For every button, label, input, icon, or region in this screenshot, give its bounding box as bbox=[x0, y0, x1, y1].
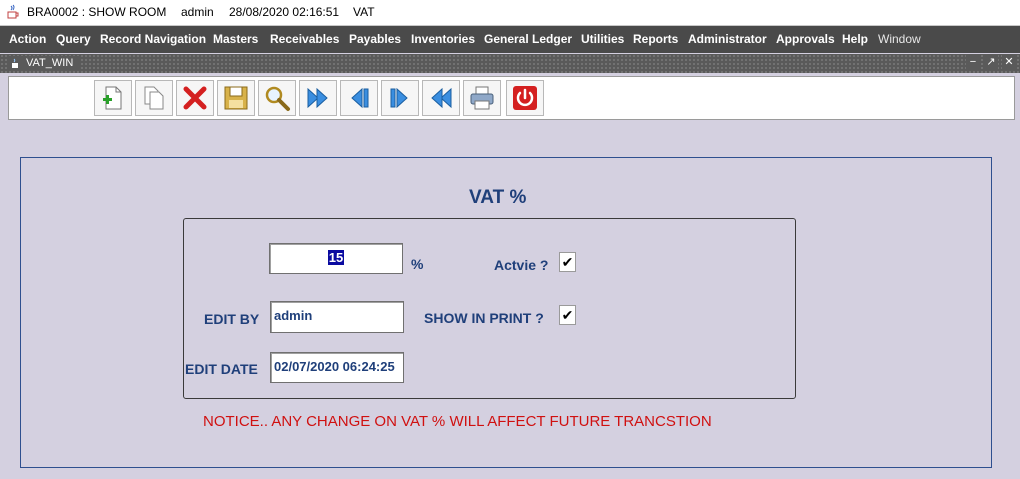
percent-sign: % bbox=[411, 256, 424, 272]
window-title-bar: VAT_WIN − ↗ ✕ bbox=[0, 54, 1020, 73]
close-icon[interactable]: ✕ bbox=[1002, 55, 1016, 70]
restore-icon[interactable]: ↗ bbox=[984, 55, 998, 70]
branch-label: BRA0002 : SHOW ROOM bbox=[27, 5, 167, 19]
previous-set-button[interactable] bbox=[422, 80, 460, 116]
menu-administrator[interactable]: Administrator bbox=[688, 32, 767, 46]
print-icon bbox=[470, 86, 494, 110]
menu-action[interactable]: Action bbox=[9, 32, 46, 46]
save-icon bbox=[224, 86, 248, 110]
window-title: VAT_WIN bbox=[8, 56, 80, 71]
menu-receivables[interactable]: Receivables bbox=[270, 32, 339, 46]
menu-record-navigation[interactable]: Record Navigation bbox=[100, 32, 206, 46]
copy-icon bbox=[144, 86, 164, 110]
search-button[interactable] bbox=[258, 80, 296, 116]
new-record-button[interactable] bbox=[94, 80, 132, 116]
previous-record-button[interactable] bbox=[340, 80, 378, 116]
menu-utilities[interactable]: Utilities bbox=[581, 32, 624, 46]
copy-button[interactable] bbox=[135, 80, 173, 116]
next-record-button[interactable] bbox=[381, 80, 419, 116]
module-label: VAT bbox=[353, 5, 375, 19]
delete-button[interactable] bbox=[176, 80, 214, 116]
menu-approvals[interactable]: Approvals bbox=[776, 32, 835, 46]
save-button[interactable] bbox=[217, 80, 255, 116]
delete-icon bbox=[183, 86, 207, 110]
next-record-icon bbox=[390, 87, 408, 109]
show-in-print-checkbox[interactable]: ✔ bbox=[559, 305, 576, 325]
menu-help[interactable]: Help bbox=[842, 32, 868, 46]
edit-by-field[interactable]: admin bbox=[270, 301, 404, 333]
new-record-icon bbox=[103, 86, 122, 110]
next-set-icon bbox=[307, 87, 328, 109]
print-button[interactable] bbox=[463, 80, 501, 116]
menu-reports[interactable]: Reports bbox=[633, 32, 678, 46]
exit-button[interactable] bbox=[506, 80, 544, 116]
edit-date-field[interactable]: 02/07/2020 06:24:25 bbox=[270, 352, 404, 383]
search-icon bbox=[265, 86, 290, 111]
previous-record-icon bbox=[351, 87, 369, 109]
edit-date-label: EDIT DATE bbox=[185, 361, 258, 377]
active-checkbox[interactable]: ✔ bbox=[559, 252, 576, 272]
menu-bar: Action Query Record Navigation Masters R… bbox=[0, 26, 1020, 53]
notice-text: NOTICE.. ANY CHANGE ON VAT % WILL AFFECT… bbox=[203, 413, 712, 430]
menu-general-ledger[interactable]: General Ledger bbox=[484, 32, 572, 46]
app-title-bar: BRA0002 : SHOW ROOM admin 28/08/2020 02:… bbox=[0, 0, 1020, 26]
menu-payables[interactable]: Payables bbox=[349, 32, 401, 46]
edit-by-label: EDIT BY bbox=[204, 311, 260, 327]
show-in-print-label: SHOW IN PRINT ? bbox=[424, 310, 544, 326]
user-label: admin bbox=[181, 5, 214, 19]
menu-query[interactable]: Query bbox=[56, 32, 91, 46]
exit-icon bbox=[513, 86, 537, 110]
minimize-icon[interactable]: − bbox=[966, 55, 980, 70]
menu-inventories[interactable]: Inventories bbox=[411, 32, 475, 46]
vat-percent-field[interactable]: 15 bbox=[269, 243, 403, 274]
vat-percent-value: 15 bbox=[327, 250, 345, 265]
java-cup-icon bbox=[12, 58, 18, 68]
previous-set-icon bbox=[431, 87, 452, 109]
menu-window[interactable]: Window bbox=[878, 32, 921, 46]
toolbar bbox=[8, 76, 1015, 120]
next-set-button[interactable] bbox=[299, 80, 337, 116]
menu-masters[interactable]: Masters bbox=[213, 32, 258, 46]
active-label: Actvie ? bbox=[494, 257, 549, 273]
page-title: VAT % bbox=[469, 187, 527, 208]
datetime-label: 28/08/2020 02:16:51 bbox=[229, 5, 340, 19]
java-cup-icon bbox=[7, 4, 19, 19]
